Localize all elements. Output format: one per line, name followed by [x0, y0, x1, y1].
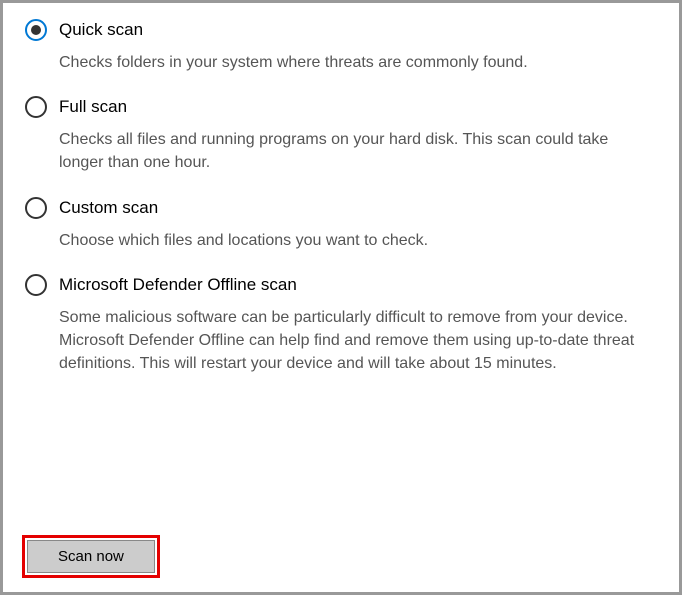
option-desc-custom-scan: Choose which files and locations you wan… [59, 229, 649, 252]
radio-custom-scan[interactable] [25, 197, 47, 219]
radio-selected-icon [31, 25, 41, 35]
option-custom-scan: Custom scan Choose which files and locat… [25, 197, 657, 252]
option-desc-full-scan: Checks all files and running programs on… [59, 128, 649, 174]
option-desc-quick-scan: Checks folders in your system where thre… [59, 51, 649, 74]
radio-quick-scan[interactable] [25, 19, 47, 41]
scan-now-button[interactable]: Scan now [27, 540, 155, 573]
option-offline-scan: Microsoft Defender Offline scan Some mal… [25, 274, 657, 376]
scan-now-highlight: Scan now [22, 535, 160, 578]
option-title-offline-scan: Microsoft Defender Offline scan [59, 275, 297, 295]
radio-full-scan[interactable] [25, 96, 47, 118]
option-title-full-scan: Full scan [59, 97, 127, 117]
option-desc-offline-scan: Some malicious software can be particula… [59, 306, 649, 376]
scan-options-panel: Quick scan Checks folders in your system… [0, 0, 682, 595]
option-title-custom-scan: Custom scan [59, 198, 158, 218]
option-quick-scan: Quick scan Checks folders in your system… [25, 19, 657, 74]
radio-offline-scan[interactable] [25, 274, 47, 296]
option-full-scan: Full scan Checks all files and running p… [25, 96, 657, 174]
option-title-quick-scan: Quick scan [59, 20, 143, 40]
